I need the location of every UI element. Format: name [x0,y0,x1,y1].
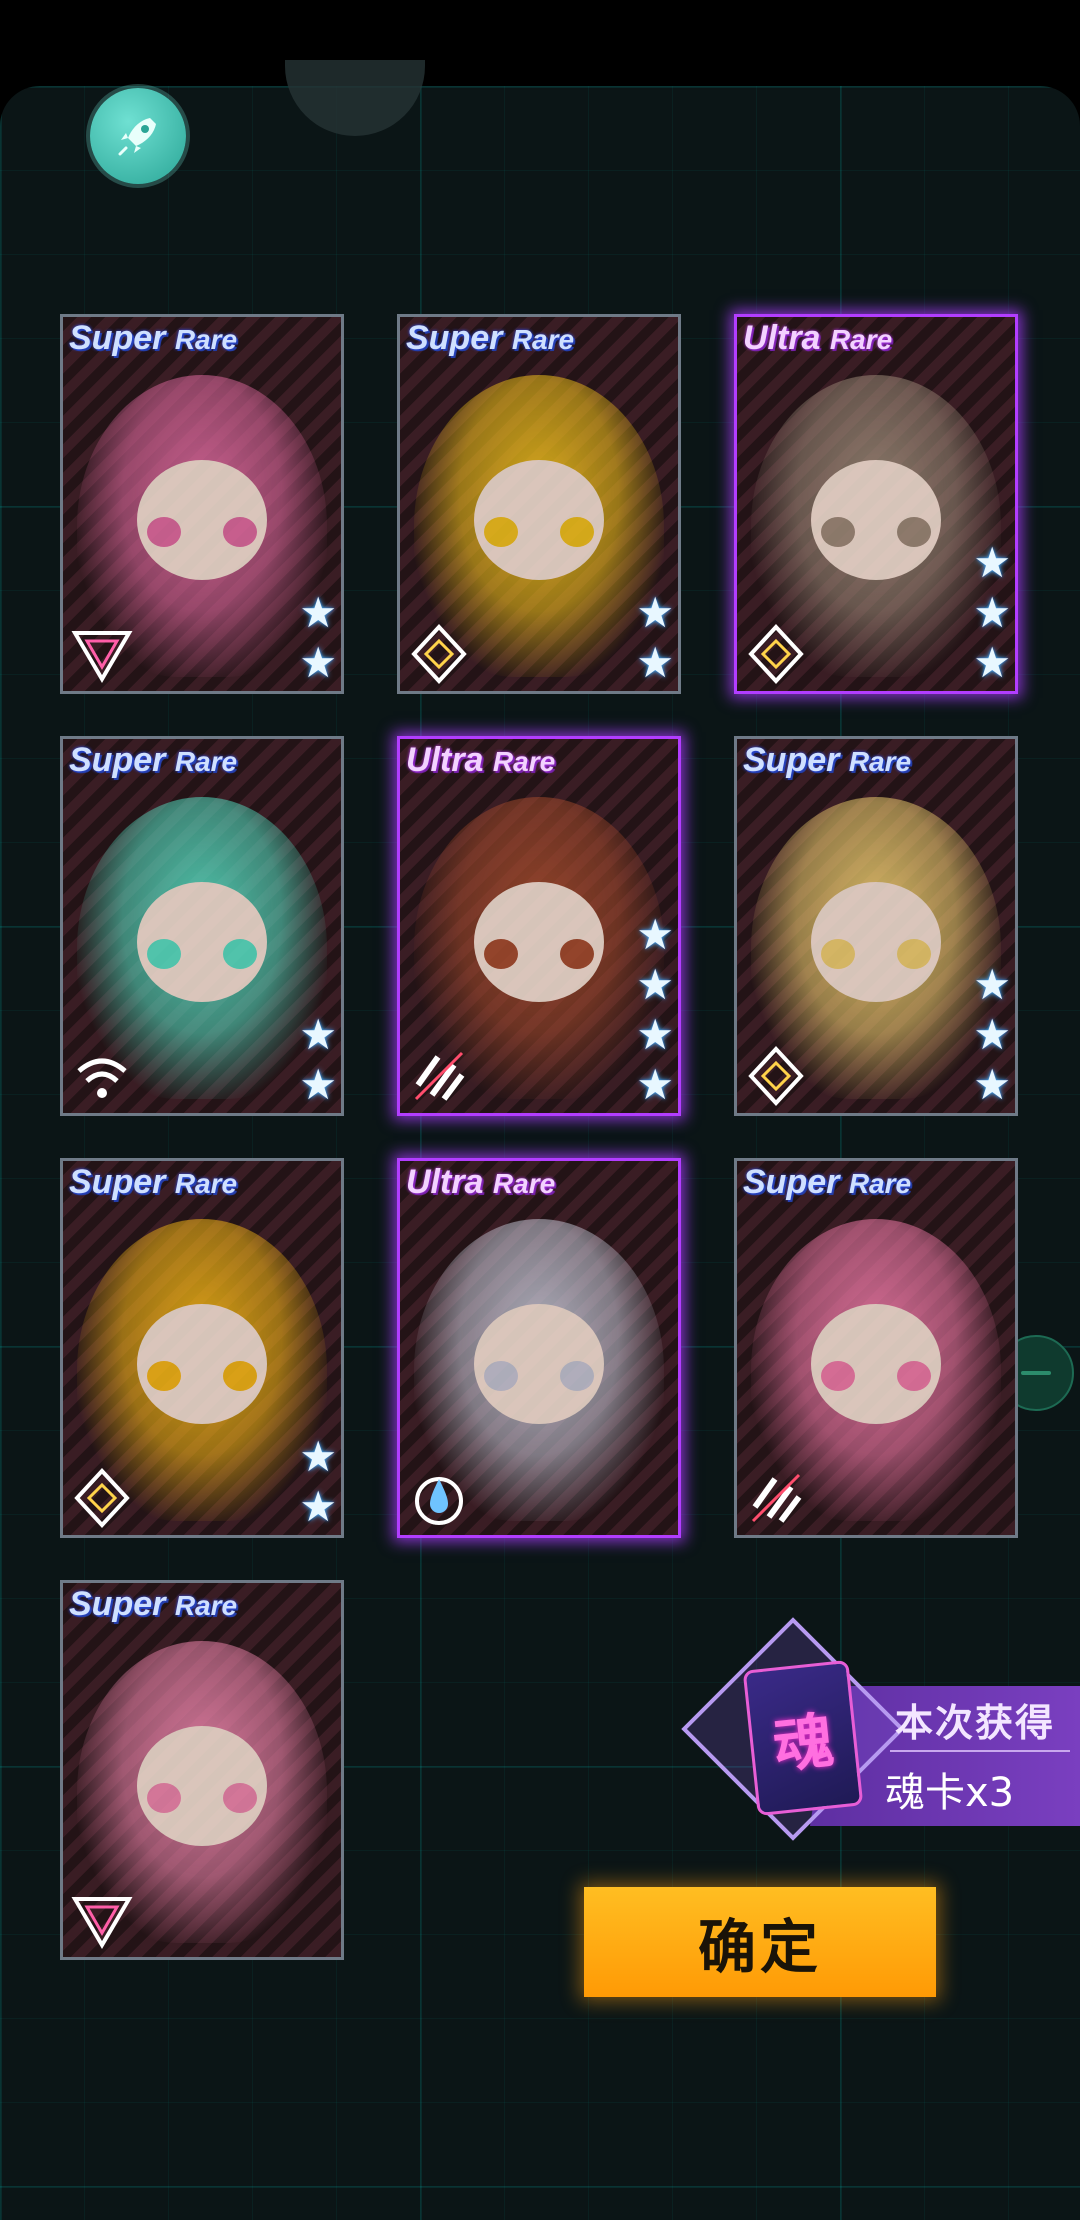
rarity-label: Super Rare [69,1585,237,1624]
character-card[interactable]: Super Rare ★ ★ [397,314,681,694]
character-card[interactable]: Super Rare [60,1580,344,1960]
star-rating: ★ ★ ★ ★ [636,911,674,1109]
star-icon: ★ [299,1060,337,1109]
star-rating: ★ ★ [636,589,674,687]
character-card[interactable]: Ultra Rare [397,1158,681,1538]
star-icon: ★ [636,1060,674,1109]
diamond-class-icon [745,623,807,685]
star-icon: ★ [973,638,1011,687]
rarity-rare-word: Rare [848,1168,912,1199]
rarity-rare-word: Rare [174,1168,238,1199]
star-icon: ★ [299,638,337,687]
character-card[interactable]: Ultra Rare ★ ★ ★ ★ [397,736,681,1116]
rarity-tier-word: Super [406,319,503,357]
rarity-label: Ultra Rare [406,741,555,780]
star-rating: ★ ★ ★ [973,539,1011,687]
minus-icon [1021,1371,1051,1375]
character-card[interactable]: Ultra Rare ★ ★ ★ [734,314,1018,694]
rarity-label: Super Rare [743,741,911,780]
diamond-class-icon [745,1045,807,1107]
character-card[interactable]: Super Rare ★ ★ [60,314,344,694]
rarity-tier-word: Ultra [406,741,484,779]
star-icon: ★ [973,1060,1011,1109]
rarity-rare-word: Rare [829,324,893,355]
star-icon: ★ [973,1010,1011,1059]
rarity-tier-word: Super [69,1163,166,1201]
soul-card-icon: 魂 [742,1659,864,1817]
rocket-button[interactable] [90,88,186,184]
rarity-rare-word: Rare [492,746,556,777]
star-icon: ★ [299,1482,337,1531]
rarity-rare-word: Rare [174,746,238,777]
rarity-rare-word: Rare [492,1168,556,1199]
reward-amount: 魂卡x3 [885,1770,1015,1816]
rarity-rare-word: Rare [174,324,238,355]
rarity-tier-word: Super [743,741,840,779]
rarity-tier-word: Ultra [406,1163,484,1201]
triangle-class-icon [71,1889,133,1951]
character-eyes [821,517,931,548]
rarity-rare-word: Rare [848,746,912,777]
character-eyes [147,517,257,548]
rarity-rare-word: Rare [511,324,575,355]
reward-divider [890,1750,1070,1752]
rarity-tier-word: Super [69,319,166,357]
character-eyes [147,1783,257,1814]
star-icon: ★ [636,1010,674,1059]
character-card[interactable]: Super Rare ★ ★ ★ [734,736,1018,1116]
diamond-class-icon [408,623,470,685]
slash-class-icon [408,1045,470,1107]
star-icon: ★ [636,960,674,1009]
star-icon: ★ [973,588,1011,637]
character-eyes [484,939,594,970]
slash-class-icon [745,1467,807,1529]
character-card[interactable]: Super Rare ★ ★ [60,1158,344,1538]
star-rating: ★ ★ [299,589,337,687]
star-icon: ★ [299,588,337,637]
diamond-class-icon [71,1467,133,1529]
character-card[interactable]: Super Rare [734,1158,1018,1538]
character-eyes [821,1361,931,1392]
star-icon: ★ [299,1010,337,1059]
star-icon: ★ [973,538,1011,587]
confirm-button[interactable]: 确定 [584,1887,936,1997]
rarity-tier-word: Super [743,1163,840,1201]
star-rating: ★ ★ [299,1433,337,1531]
star-icon: ★ [299,1432,337,1481]
character-eyes [147,939,257,970]
triangle-class-icon [71,623,133,685]
reward-banner: 魂 本次获得 魂卡x3 [681,1617,1080,1841]
drop-class-icon [408,1467,470,1529]
star-icon: ★ [636,910,674,959]
star-rating: ★ ★ ★ [973,961,1011,1109]
character-card[interactable]: Super Rare ★ ★ [60,736,344,1116]
star-rating: ★ ★ [299,1011,337,1109]
rarity-tier-word: Super [69,741,166,779]
character-eyes [484,1361,594,1392]
character-eyes [821,939,931,970]
rarity-label: Super Rare [406,319,574,358]
star-icon: ★ [973,960,1011,1009]
soul-card-glyph: 魂 [770,1705,838,1782]
rarity-label: Super Rare [69,741,237,780]
rarity-tier-word: Ultra [743,319,821,357]
star-icon: ★ [636,638,674,687]
rarity-label: Super Rare [743,1163,911,1202]
star-icon: ★ [636,588,674,637]
rarity-rare-word: Rare [174,1590,238,1621]
reward-title: 本次获得 [895,1701,1056,1745]
character-eyes [147,1361,257,1392]
rarity-tier-word: Super [69,1585,166,1623]
character-eyes [484,517,594,548]
rarity-label: Ultra Rare [743,319,892,358]
wifi-class-icon [71,1045,133,1107]
rocket-icon [118,118,156,156]
rarity-label: Super Rare [69,319,237,358]
rarity-label: Ultra Rare [406,1163,555,1202]
rarity-label: Super Rare [69,1163,237,1202]
